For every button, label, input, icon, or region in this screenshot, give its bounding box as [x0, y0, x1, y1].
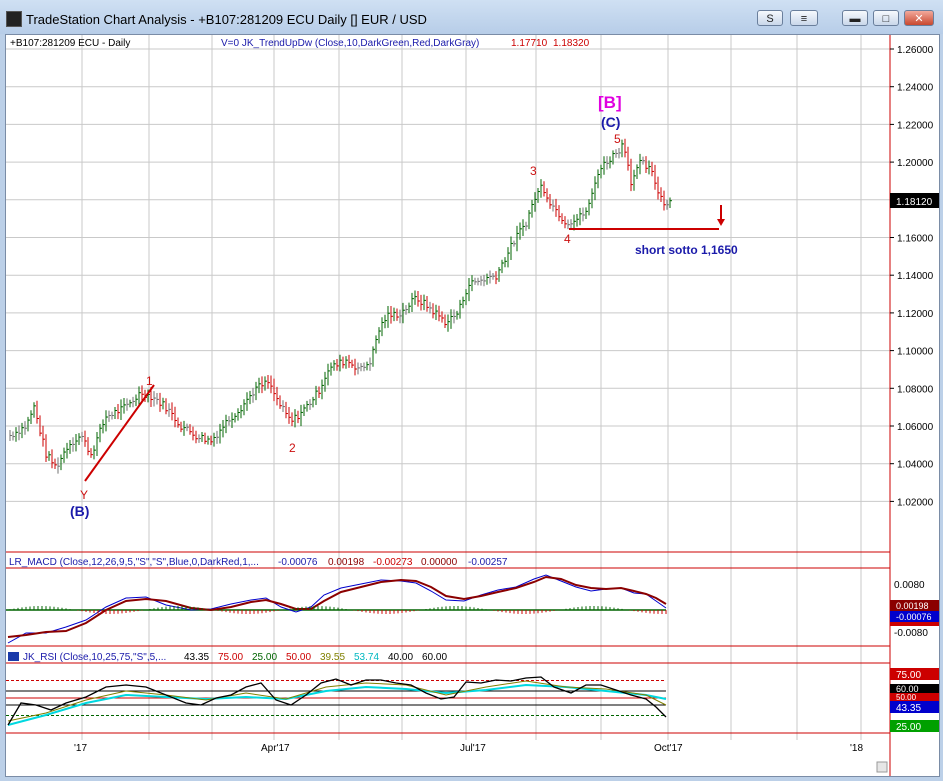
rsi-line [7, 676, 667, 726]
indicator-value-2: 1.18320 [553, 38, 590, 49]
wave-label-2: 2 [289, 441, 296, 455]
price-tick-label: 1.14000 [897, 271, 934, 282]
indicator-label: V=0 JK_TrendUpDw (Close,10,DarkGreen,Red… [221, 38, 479, 49]
title-bar: TradeStation Chart Analysis - +B107:2812… [0, 0, 943, 34]
price-tick-label: 1.22000 [897, 120, 934, 131]
macd-value-2: 0.00198 [328, 557, 365, 568]
wave-label-4: 4 [564, 232, 571, 246]
last-price-text: 1.18120 [896, 197, 933, 208]
price-tick-label: 1.20000 [897, 158, 934, 169]
close-button[interactable]: ✕ [904, 10, 934, 26]
x-label-17: '17 [74, 743, 87, 754]
rsi-value-1: 43.35 [184, 652, 209, 663]
macd-lines [6, 574, 667, 644]
price-tick-label: 1.10000 [897, 347, 934, 358]
macd-tick-bottom: -0.0080 [894, 628, 928, 639]
wave-label-3: 3 [530, 164, 537, 178]
macd-badge-line-text: -0.00076 [896, 612, 932, 622]
rsi-label: JK_RSI (Close,10,25,75,"S",5,... [23, 652, 166, 663]
price-tick-label: 1.24000 [897, 83, 934, 94]
rsi-badge-75-text: 75.00 [896, 670, 921, 681]
window-menu-button[interactable]: ≡ [790, 10, 818, 26]
rsi-value-8: 60.00 [422, 652, 447, 663]
tradestation-window: TradeStation Chart Analysis - +B107:2812… [0, 0, 943, 781]
rsi-value-5: 39.55 [320, 652, 345, 663]
macd-value-5: -0.00257 [468, 557, 508, 568]
macd-tick-top: 0.0080 [894, 580, 925, 591]
price-tick-label: 1.16000 [897, 234, 934, 245]
price-tick-label: 1.08000 [897, 384, 934, 395]
x-label-oct17: Oct'17 [654, 743, 683, 754]
chart-area[interactable]: +B107:281209 ECU - Daily V=0 JK_TrendUpD… [5, 34, 940, 777]
wave-label-Y: Y [80, 488, 88, 502]
x-label-apr17: Apr'17 [261, 743, 290, 754]
price-tick-label: 1.12000 [897, 309, 934, 320]
macd-value-4: 0.00000 [421, 557, 458, 568]
rsi-value-2: 75.00 [218, 652, 243, 663]
down-arrow-icon [717, 219, 725, 226]
wave-label-5: 5 [614, 132, 621, 146]
window-title: TradeStation Chart Analysis - +B107:2812… [26, 12, 427, 27]
macd-badge-signal-text: 0.00198 [896, 601, 929, 611]
x-label-18: '18 [850, 743, 863, 754]
rsi-value-3: 25.00 [252, 652, 277, 663]
wave-label-B-bracket: [B] [598, 93, 622, 112]
macd-label: LR_MACD (Close,12,26,9,5,"S","S",Blue,0,… [9, 557, 259, 568]
price-tick-label: 1.02000 [897, 497, 934, 508]
wave-1-trendline [84, 384, 155, 482]
wave-label-C: (C) [601, 114, 620, 130]
maximize-button[interactable]: □ [873, 10, 899, 26]
rsi-badge-50-text: 50.00 [896, 693, 917, 702]
rsi-badge-value-text: 43.35 [896, 703, 921, 714]
x-label-jul17: Jul'17 [460, 743, 486, 754]
rsi-color-swatch [8, 652, 19, 661]
price-tick-label: 1.26000 [897, 45, 934, 56]
rsi-value-6: 53.74 [354, 652, 379, 663]
rsi-badge-25-text: 25.00 [896, 722, 921, 733]
app-icon [6, 11, 22, 27]
price-bars [9, 138, 672, 474]
short-note: short sotto 1,1650 [635, 243, 738, 257]
macd-value-3: -0.00273 [373, 557, 413, 568]
price-y-axis: 1.260001.240001.220001.200001.180001.160… [890, 45, 934, 508]
symbol-link-button[interactable]: S [757, 10, 783, 26]
wave-label-1: 1 [146, 374, 153, 388]
rsi-value-7: 40.00 [388, 652, 413, 663]
price-tick-label: 1.04000 [897, 460, 934, 471]
resize-grip[interactable] [876, 761, 888, 773]
macd-value-1: -0.00076 [278, 557, 318, 568]
price-tick-label: 1.06000 [897, 422, 934, 433]
rsi-value-4: 50.00 [286, 652, 311, 663]
minimize-button[interactable]: ▬ [842, 10, 868, 26]
rsi-lines [6, 676, 667, 726]
chart-canvas[interactable]: +B107:281209 ECU - Daily V=0 JK_TrendUpD… [6, 35, 940, 777]
macd-badge-hist [890, 622, 939, 626]
wave-label-B-paren: (B) [70, 503, 89, 519]
symbol-label: +B107:281209 ECU - Daily [10, 38, 130, 49]
indicator-value-1: 1.17710 [511, 38, 548, 49]
